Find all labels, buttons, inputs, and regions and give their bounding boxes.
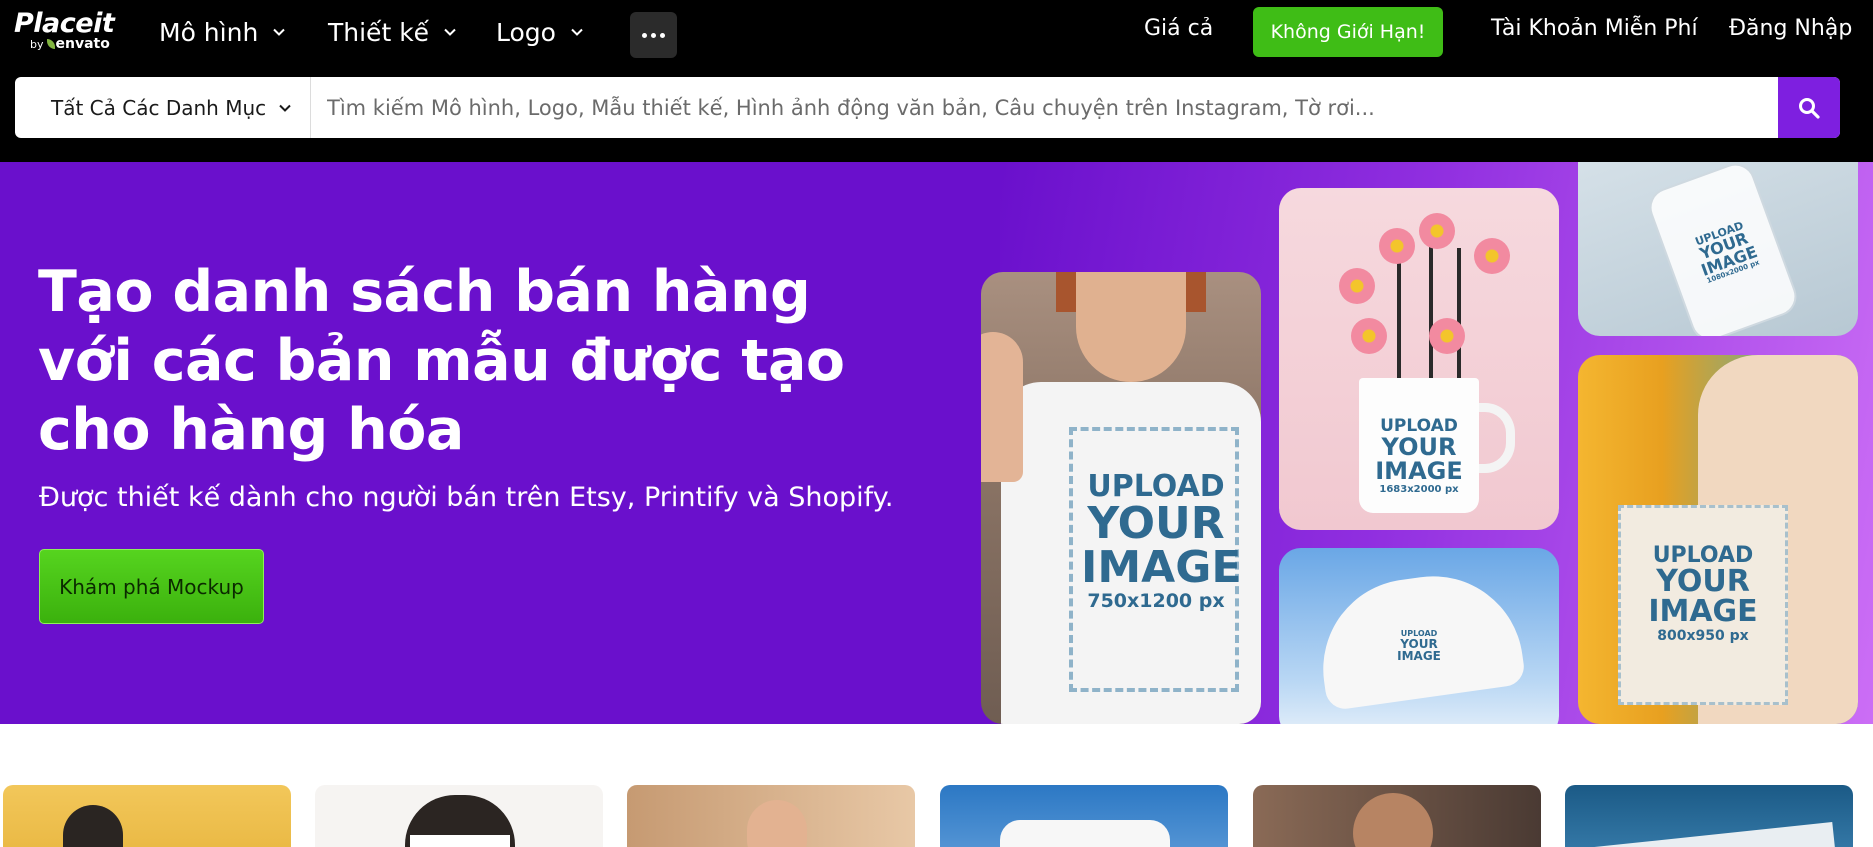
chevron-down-icon xyxy=(273,28,286,36)
gallery-tile[interactable] xyxy=(3,785,291,847)
nav-designs-label: Thiết kế xyxy=(328,17,430,47)
search-icon xyxy=(1799,97,1820,119)
free-account-link[interactable]: Tài Khoản Miễn Phí xyxy=(1491,16,1698,41)
search-bar: Tất Cả Các Danh Mục xyxy=(15,77,1840,138)
upload-placeholder: UPLOAD YOUR IMAGE 800x950 px xyxy=(1648,543,1758,644)
chevron-down-icon xyxy=(444,28,456,36)
chevron-down-icon xyxy=(571,28,583,36)
logo-wordmark: Placeit xyxy=(14,8,115,39)
phone-case-mockup-card[interactable]: UPLOAD YOUR IMAGE 1080x2000 px xyxy=(1578,162,1858,336)
upload-size: 750x1200 px xyxy=(1087,590,1225,612)
logo-envato: envato xyxy=(55,36,110,52)
gallery-tile[interactable] xyxy=(315,785,603,847)
envato-leaf-icon xyxy=(46,39,55,49)
search-input[interactable] xyxy=(327,77,1777,138)
more-menu-button[interactable] xyxy=(630,12,677,58)
logo-by-prefix: by xyxy=(30,38,44,51)
placeit-logo[interactable]: Placeit by envato xyxy=(14,8,115,54)
flower-icon xyxy=(1429,318,1465,354)
gallery-tile[interactable] xyxy=(940,785,1228,847)
flower-icon xyxy=(1351,318,1387,354)
cap-mockup-card[interactable]: UPLOAD YOUR IMAGE xyxy=(1279,548,1559,724)
nav-logo-dropdown[interactable]: Logo xyxy=(496,14,584,50)
flower-icon xyxy=(1419,213,1455,249)
hero-title: Tạo danh sách bán hàng với các bản mẫu đ… xyxy=(38,259,845,463)
gallery-tile[interactable] xyxy=(1253,785,1541,847)
unlimited-button[interactable]: Không Giới Hạn! xyxy=(1253,7,1443,57)
more-dots-icon xyxy=(642,32,647,38)
category-select[interactable]: Tất Cả Các Danh Mục xyxy=(15,77,311,138)
hero-subtitle: Được thiết kế dành cho người bán trên Et… xyxy=(39,482,894,513)
upload-placeholder: UPLOAD YOUR IMAGE 1683x2000 px xyxy=(1375,416,1463,495)
hero-section: Tạo danh sách bán hàng với các bản mẫu đ… xyxy=(0,162,1873,724)
nav-logo-label: Logo xyxy=(496,17,556,47)
search-button[interactable] xyxy=(1778,77,1840,138)
login-link[interactable]: Đăng Nhập xyxy=(1729,16,1852,41)
nav-designs-dropdown[interactable]: Thiết kế xyxy=(328,14,457,50)
upload-line-3: IMAGE xyxy=(1081,542,1242,593)
model-face xyxy=(1076,272,1186,382)
mug-mockup-card[interactable]: UPLOAD YOUR IMAGE 1683x2000 px xyxy=(1279,188,1559,530)
chevron-down-icon xyxy=(279,104,291,112)
gallery-tile[interactable] xyxy=(1565,785,1853,847)
gallery-tile[interactable] xyxy=(627,785,915,847)
upload-placeholder: UPLOAD YOUR IMAGE xyxy=(1397,629,1441,663)
flower-icon xyxy=(1474,238,1510,274)
peace-sign-hand xyxy=(981,332,1023,482)
nav-mockups-dropdown[interactable]: Mô hình xyxy=(159,14,286,50)
category-select-label: Tất Cả Các Danh Mục xyxy=(51,95,267,120)
upload-placeholder: UPLOAD YOUR IMAGE 750x1200 px xyxy=(1081,472,1242,612)
tshirt-mockup-card[interactable]: UPLOAD YOUR IMAGE 750x1200 px xyxy=(981,272,1261,724)
mug-handle xyxy=(1475,403,1515,473)
flower-icon xyxy=(1339,268,1375,304)
pricing-link[interactable]: Giá cả xyxy=(1144,16,1213,41)
flower-icon xyxy=(1379,228,1415,264)
logo-byline: by envato xyxy=(30,36,110,52)
upload-line-2: YOUR xyxy=(1087,498,1225,549)
nav-mockups-label: Mô hình xyxy=(159,17,259,47)
explore-mockups-button[interactable]: Khám phá Mockup xyxy=(39,549,264,624)
top-navigation: Placeit by envato Mô hình Thiết kế Logo G… xyxy=(0,0,1873,162)
tote-bag-mockup-card[interactable]: UPLOAD YOUR IMAGE 800x950 px xyxy=(1578,355,1858,724)
